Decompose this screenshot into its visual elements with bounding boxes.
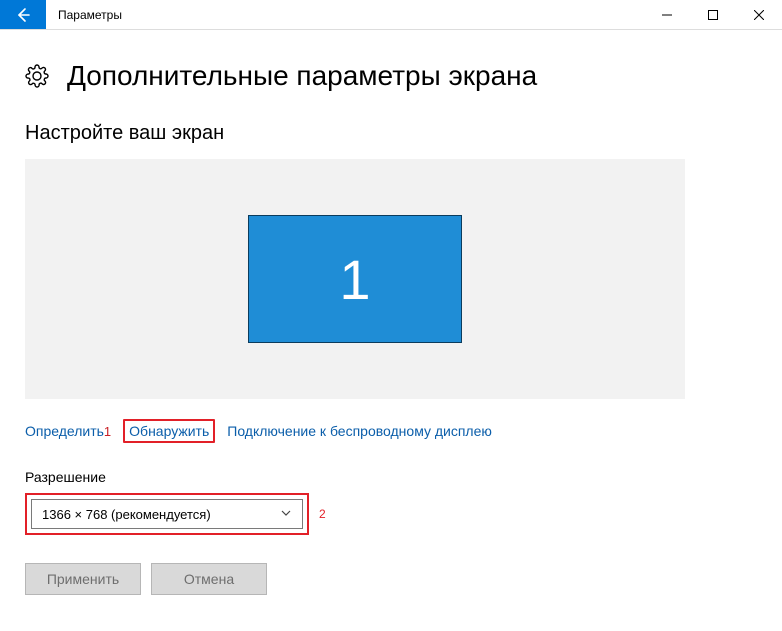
gear-icon xyxy=(25,64,49,88)
close-button[interactable] xyxy=(736,0,782,29)
display-links-row: Определить 1 Обнаружить Подключение к бе… xyxy=(25,419,757,443)
chevron-down-icon xyxy=(280,507,292,522)
button-row: Применить Отмена xyxy=(25,563,757,595)
monitor-number: 1 xyxy=(339,247,370,312)
maximize-icon xyxy=(708,10,718,20)
detect-link[interactable]: Обнаружить xyxy=(129,423,209,439)
back-button[interactable] xyxy=(0,0,46,29)
close-icon xyxy=(754,10,764,20)
content: Дополнительные параметры экрана Настройт… xyxy=(0,30,782,613)
window-controls xyxy=(644,0,782,29)
highlight-detect: Обнаружить xyxy=(123,419,215,443)
section-title: Настройте ваш экран xyxy=(25,122,757,145)
resolution-label: Разрешение xyxy=(25,469,757,485)
apply-button[interactable]: Применить xyxy=(25,563,141,595)
annotation-2: 2 xyxy=(319,507,326,521)
minimize-icon xyxy=(662,10,672,20)
monitor-preview-area[interactable]: 1 xyxy=(25,159,685,399)
titlebar: Параметры xyxy=(0,0,782,30)
resolution-select[interactable]: 1366 × 768 (рекомендуется) xyxy=(31,499,303,529)
cancel-button[interactable]: Отмена xyxy=(151,563,267,595)
arrow-left-icon xyxy=(15,7,31,23)
highlight-resolution: 1366 × 768 (рекомендуется) xyxy=(25,493,309,535)
annotation-1: 1 xyxy=(104,424,111,439)
page-title: Дополнительные параметры экрана xyxy=(67,60,537,92)
identify-link[interactable]: Определить xyxy=(25,423,104,439)
wireless-display-link[interactable]: Подключение к беспроводному дисплею xyxy=(227,423,492,439)
minimize-button[interactable] xyxy=(644,0,690,29)
monitor-1[interactable]: 1 xyxy=(248,215,462,343)
window-title: Параметры xyxy=(46,0,644,29)
maximize-button[interactable] xyxy=(690,0,736,29)
resolution-value: 1366 × 768 (рекомендуется) xyxy=(42,507,211,522)
heading-row: Дополнительные параметры экрана xyxy=(25,60,757,92)
